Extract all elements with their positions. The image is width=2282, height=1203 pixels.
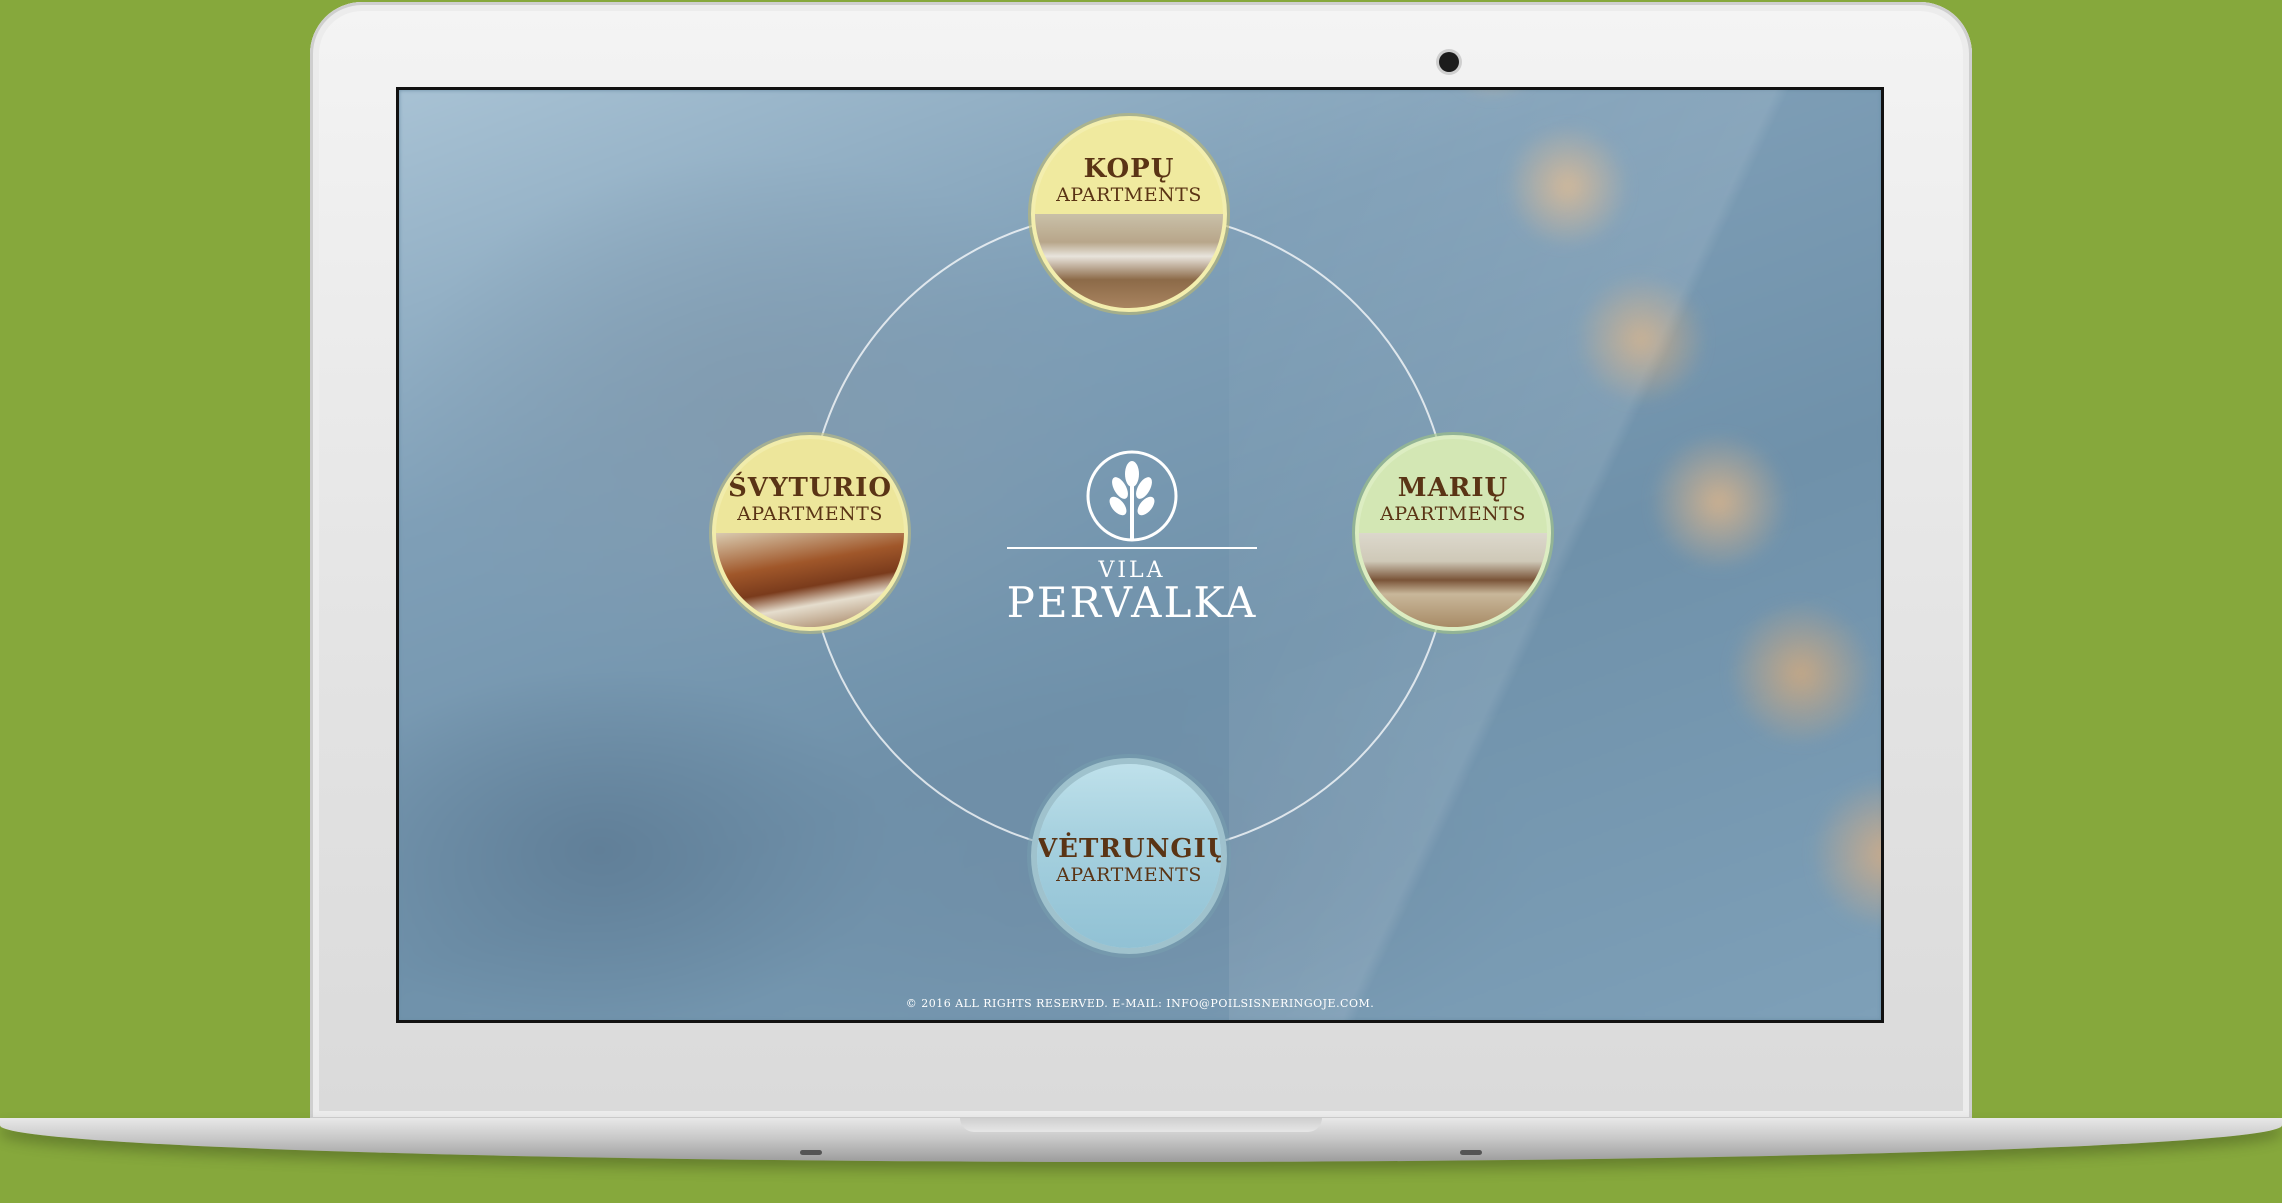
apartment-link-svyturio[interactable]: ŠVYTURIO APARTMENTS <box>712 435 908 631</box>
apartment-photo <box>1035 214 1223 308</box>
wheat-emblem-icon <box>1086 450 1178 542</box>
apartment-caption: VĖTRUNGIŲ APARTMENTS <box>1037 836 1221 885</box>
webcam-icon <box>1439 52 1459 72</box>
logo-divider <box>1007 547 1257 549</box>
apartment-name: MARIŲ <box>1397 473 1509 503</box>
apartment-name: ŠVYTURIO <box>728 473 892 503</box>
laptop-notch <box>960 1118 1322 1132</box>
laptop-foot <box>1460 1150 1482 1155</box>
apartment-subtitle: APARTMENTS <box>737 503 883 525</box>
logo-main-text: PERVALKA <box>1006 578 1258 627</box>
apartment-link-mariu[interactable]: MARIŲ APARTMENTS <box>1355 435 1551 631</box>
apartment-name: VĖTRUNGIŲ <box>1037 834 1227 864</box>
apartment-subtitle: APARTMENTS <box>1380 503 1526 525</box>
website-screen: KOPŲ APARTMENTS ŠVYTURIO APARTMENTS MARI… <box>399 90 1881 1020</box>
apartment-subtitle: APARTMENTS <box>1056 184 1202 206</box>
apartment-photo <box>1359 533 1547 627</box>
apartment-photo <box>716 533 904 627</box>
apartment-link-vetrungiu[interactable]: VĖTRUNGIŲ APARTMENTS <box>1031 758 1227 954</box>
apartment-subtitle: APARTMENTS <box>1056 864 1202 886</box>
apartment-caption: KOPŲ APARTMENTS <box>1035 156 1223 205</box>
apartment-link-kopu[interactable]: KOPŲ APARTMENTS <box>1031 116 1227 312</box>
apartment-caption: MARIŲ APARTMENTS <box>1359 475 1547 524</box>
footer-copyright: © 2016 ALL RIGHTS RESERVED. E-MAIL: INFO… <box>905 997 1375 1010</box>
apartment-caption: ŠVYTURIO APARTMENTS <box>716 475 904 524</box>
laptop-foot <box>800 1150 822 1155</box>
apartment-name: KOPŲ <box>1083 154 1175 184</box>
